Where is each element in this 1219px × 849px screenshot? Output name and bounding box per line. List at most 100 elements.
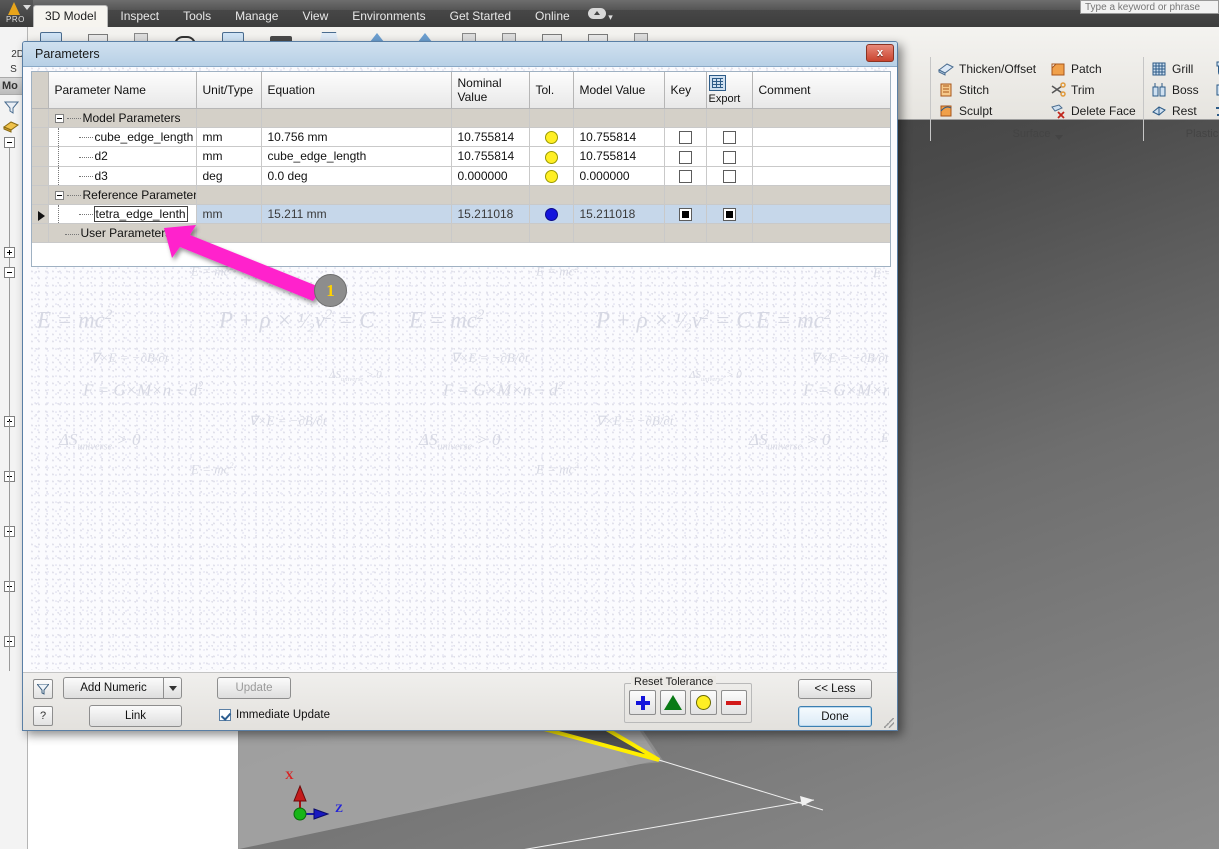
less-button[interactable]: << Less [798,679,872,699]
cell-equation[interactable]: 0.0 deg [261,166,452,186]
ribbon-item-thicken-offset[interactable]: Thicken/Offset [934,60,1046,78]
cell-comment[interactable] [752,223,890,244]
chevron-down-icon[interactable] [1055,135,1064,140]
row-selector[interactable] [32,166,49,186]
cell-parameter-name[interactable]: Model Parameters [48,108,197,128]
cell-tolerance[interactable] [529,108,574,128]
cell-parameter-name[interactable]: Reference Parameters [48,185,197,205]
row-selector[interactable] [32,223,49,244]
ribbon-item-boss[interactable]: Boss [1147,81,1210,99]
cell-unit[interactable]: mm [196,146,262,167]
key-checkbox[interactable] [678,131,692,145]
col-unit-type[interactable]: Unit/Type [196,72,262,109]
cell-tolerance[interactable] [529,127,574,148]
export-checkbox[interactable] [722,150,736,164]
add-numeric-split-button[interactable]: Add Numeric [63,677,182,699]
ribbon-item-trim[interactable]: Trim [1046,81,1138,99]
tree-expander-origin[interactable] [4,247,15,258]
cell-parameter-name[interactable]: d2 [48,146,197,167]
col-export[interactable]: Export [706,72,753,109]
cell-key[interactable] [664,146,707,167]
cell-tolerance[interactable] [529,166,574,186]
ribbon-minimize-button[interactable]: ▾ [582,5,619,27]
cell-unit[interactable]: mm [196,204,262,225]
help-button[interactable]: ? [33,706,53,726]
cell-export[interactable] [706,146,753,167]
cell-key[interactable] [664,185,707,205]
tab-tools[interactable]: Tools [171,6,223,27]
row-selector[interactable] [32,204,49,225]
ribbon-item-rule-fillet[interactable] [1210,81,1219,99]
tab-online[interactable]: Online [523,6,582,27]
cell-export[interactable] [706,108,753,128]
dialog-title-bar[interactable]: Parameters x [23,42,897,67]
ribbon-item-lip[interactable] [1210,102,1219,120]
cell-parameter-name[interactable]: cube_edge_length [48,127,197,148]
tree-expander-icon[interactable] [54,114,64,124]
cell-key[interactable] [664,127,707,148]
tree-expander-icon[interactable] [54,191,64,201]
cell-key[interactable] [664,108,707,128]
row-selector[interactable] [32,127,49,148]
cell-unit[interactable] [196,185,262,205]
row-selector[interactable] [32,185,49,205]
close-icon[interactable]: x [866,44,894,62]
table-row[interactable]: tetra_edge_lenth mm 15.211 mm 15.211018 … [32,204,890,225]
col-parameter-name[interactable]: Parameter Name [48,72,197,109]
table-row[interactable]: User Parameters [32,223,890,244]
cell-export[interactable] [706,166,753,186]
cell-export[interactable] [706,185,753,205]
cell-comment[interactable] [752,127,890,148]
cell-unit[interactable] [196,223,262,244]
parameters-table[interactable]: Parameter Name Unit/Type Equation Nomina… [31,71,891,267]
table-row[interactable]: Reference Parameters [32,185,890,205]
cell-equation[interactable]: 10.756 mm [261,127,452,148]
ribbon-item-grill[interactable]: Grill [1147,60,1210,78]
parameter-name-input[interactable]: tetra_edge_lenth [93,206,188,223]
ribbon-panel-title-surface[interactable]: Surface [934,128,1142,141]
col-equation[interactable]: Equation [261,72,452,109]
table-row[interactable]: Model Parameters [32,108,890,128]
tab-environments[interactable]: Environments [340,6,437,27]
export-checkbox[interactable] [722,169,736,183]
cell-comment[interactable] [752,166,890,186]
add-numeric-button[interactable]: Add Numeric [63,677,163,699]
tab-inspect[interactable]: Inspect [108,6,171,27]
cell-comment[interactable] [752,204,890,225]
cell-unit[interactable]: mm [196,127,262,148]
done-button[interactable]: Done [798,706,872,727]
col-comment[interactable]: Comment [752,72,890,109]
reset-tolerance-plus-button[interactable] [629,690,656,715]
row-selector[interactable] [32,146,49,167]
cell-key[interactable] [664,223,707,244]
add-numeric-dropdown-arrow[interactable] [163,677,182,699]
cell-equation[interactable] [261,108,452,128]
update-button[interactable]: Update [217,677,291,699]
cell-unit[interactable]: deg [196,166,262,186]
immediate-update-checkbox[interactable]: Immediate Update [219,709,330,721]
tab-manage[interactable]: Manage [223,6,290,27]
ribbon-panel-title-plastic[interactable]: Plastic [1147,128,1219,141]
col-key[interactable]: Key [664,72,707,109]
ribbon-item-patch[interactable]: Patch [1046,60,1138,78]
ribbon-item-snap-fit[interactable] [1210,60,1219,78]
ribbon-item-sculpt[interactable]: Sculpt [934,102,1046,120]
cell-export[interactable] [706,127,753,148]
table-row[interactable]: d2 mm cube_edge_length 10.755814 10.7558… [32,146,890,167]
parameters-dialog[interactable]: Parameters x E = mc2 P + ρ × ¹⁄₂v2 = C E… [22,41,898,731]
col-model-value[interactable]: Model Value [573,72,665,109]
key-checkbox[interactable] [678,169,692,183]
ribbon-item-rest[interactable]: Rest [1147,102,1210,120]
export-checkbox[interactable] [722,131,736,145]
table-row[interactable]: d3 deg 0.0 deg 0.000000 0.000000 [32,166,890,186]
cell-key[interactable] [664,204,707,225]
cell-tolerance[interactable] [529,146,574,167]
cell-comment[interactable] [752,185,890,205]
tab-view[interactable]: View [290,6,340,27]
cell-equation[interactable]: 15.211 mm [261,204,452,225]
cell-tolerance[interactable] [529,185,574,205]
ribbon-item-stitch[interactable]: Stitch [934,81,1046,99]
cell-parameter-name[interactable]: d3 [48,166,197,186]
filter-button[interactable] [33,679,53,699]
cell-tolerance[interactable] [529,223,574,244]
